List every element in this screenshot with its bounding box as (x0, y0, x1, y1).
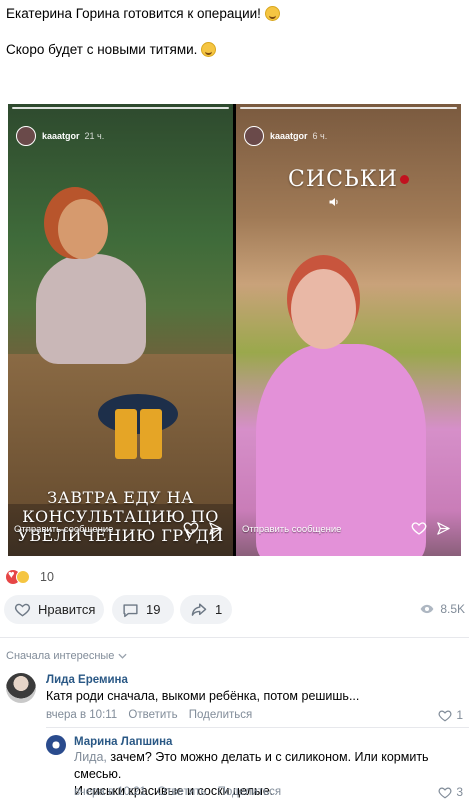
shares-count: 1 (215, 602, 223, 617)
post-text: Екатерина Горина готовится к операции! С… (6, 5, 461, 77)
comments-count: 19 (146, 602, 161, 617)
post-actions: Нравится 19 1 8.5K (4, 595, 465, 625)
comment-icon (123, 603, 138, 617)
comments-sort-selector[interactable]: Сначала интересные (6, 650, 127, 662)
views-count: 8.5K (440, 602, 465, 616)
story-reply-placeholder: Отправить сообщение (14, 524, 114, 535)
story-reply-placeholder: Отправить сообщение (242, 524, 342, 535)
comments-sort-label: Сначала интересные (6, 650, 115, 662)
heart-icon (14, 603, 31, 617)
chevron-down-icon (118, 653, 127, 659)
heart-icon (438, 710, 452, 721)
sound-icon (329, 198, 338, 206)
avatar[interactable] (6, 673, 36, 703)
comment-date[interactable]: вчера в 10:11 (46, 709, 117, 721)
share-button[interactable]: 1 (180, 595, 232, 624)
post-photos[interactable]: kaaatgor 21 ч. ЗАВТРА ЕДУ НА КОНСУЛЬТАЦИЮ… (8, 104, 461, 556)
comment-author[interactable]: Марина Лапшина (74, 736, 172, 748)
comment-like-count: 1 (456, 708, 463, 722)
story-person-head (291, 269, 356, 349)
story-screenshot-2[interactable]: kaaatgor 6 ч. СИСЬКИ Отправить сообщение (236, 104, 461, 556)
comment-like-count: 3 (456, 785, 463, 799)
story-username: kaaatgor 6 ч. (270, 131, 328, 141)
comment-text: Катя роди сначала, выкоми ребёнка, потом… (46, 689, 360, 703)
smiling-emoji-icon (201, 42, 217, 57)
story-reply-bar: Отправить сообщение (14, 522, 227, 538)
comment-like-button[interactable]: 1 (438, 708, 463, 722)
eye-icon (420, 604, 434, 614)
divider (0, 637, 469, 638)
story-plate (98, 394, 178, 434)
grinning-emoji-icon (264, 6, 280, 21)
story-avatar (16, 126, 36, 146)
heart-icon (438, 787, 452, 798)
post-line-1: Екатерина Горина готовится к операции! (6, 5, 461, 23)
reply-link[interactable]: Ответить (157, 786, 206, 798)
send-icon (209, 522, 222, 535)
story-username: kaaatgor 21 ч. (42, 131, 105, 141)
share-link[interactable]: Поделиться (189, 709, 253, 721)
reply-addressee[interactable]: Лида, (74, 750, 107, 764)
like-button[interactable]: Нравится (4, 595, 104, 624)
comment-date[interactable]: вчера в 10:21 (74, 786, 146, 798)
story-screenshot-1[interactable]: kaaatgor 21 ч. ЗАВТРА ЕДУ НА КОНСУЛЬТАЦИЮ… (8, 104, 233, 556)
story-reply-bar: Отправить сообщение (242, 522, 455, 538)
story-juice-glass (115, 409, 137, 459)
comments-button[interactable]: 19 (112, 595, 174, 624)
comment-author[interactable]: Лида Еремина (46, 674, 128, 686)
share-link[interactable]: Поделиться (218, 786, 282, 798)
heart-outline-icon (183, 522, 199, 535)
comment-divider (46, 727, 469, 728)
share-icon (191, 602, 207, 616)
views-counter: 8.5K (420, 602, 465, 616)
comment-meta: вчера в 10:11 Ответить Поделиться (46, 709, 260, 721)
story-person-body (36, 254, 146, 364)
reply-link[interactable]: Ответить (128, 709, 177, 721)
comment-like-button[interactable]: 3 (438, 785, 463, 799)
story-avatar (244, 126, 264, 146)
like-label: Нравится (38, 602, 96, 617)
send-icon (437, 522, 450, 535)
avatar[interactable] (46, 735, 66, 755)
cherry-icon (399, 175, 409, 184)
comment-meta: вчера в 10:21 Ответить Поделиться (74, 786, 289, 798)
story-progress-bar (8, 104, 233, 109)
story-juice-glass (140, 409, 162, 459)
comment-reply-item: Марина Лапшина Лида, зачем? Это можно де… (0, 732, 469, 800)
heart-outline-icon (411, 522, 427, 535)
story-progress-bar (236, 104, 461, 109)
comment-item: Лида Еремина Катя роди сначала, выкоми р… (0, 670, 469, 725)
sad-face-reaction-icon (16, 570, 30, 584)
story-person-head (58, 199, 108, 259)
post-line-2: Скоро будет с новыми титями. (6, 41, 461, 59)
reactions-count: 10 (40, 570, 54, 584)
story-caption: СИСЬКИ (236, 167, 461, 192)
